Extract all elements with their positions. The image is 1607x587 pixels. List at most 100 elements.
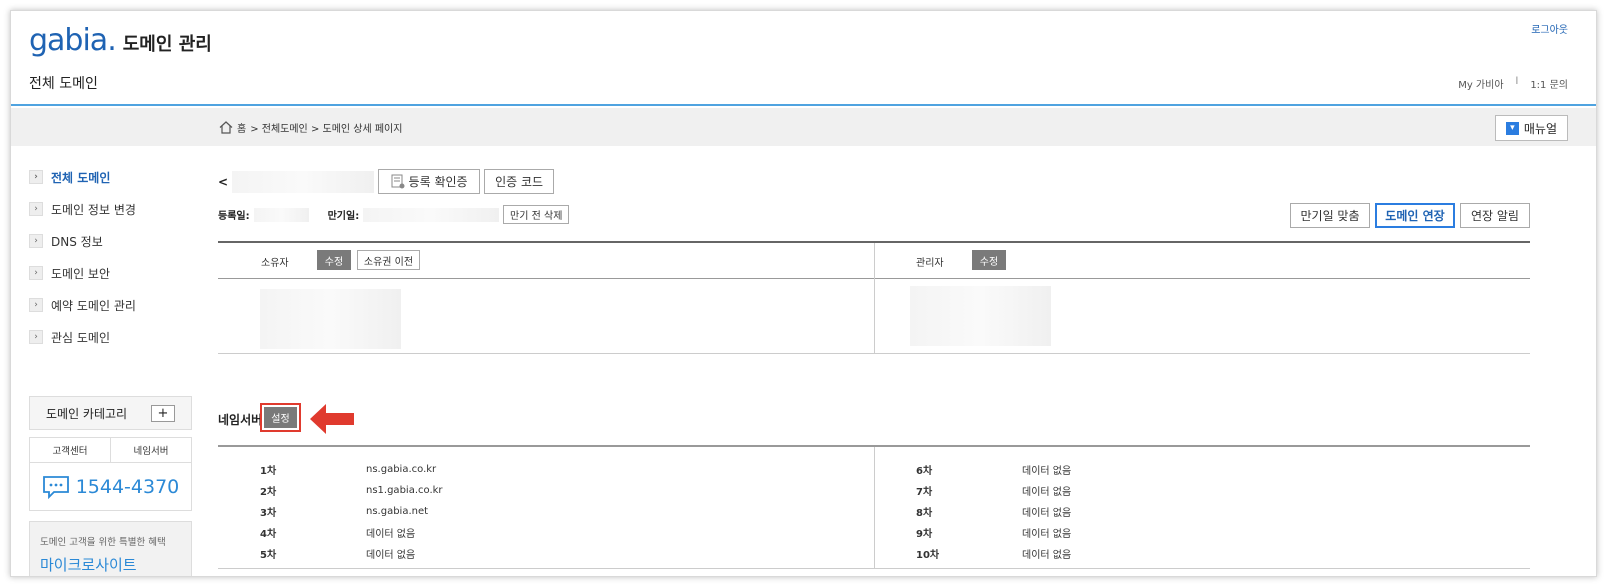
registration-date-label: 등록일: <box>218 211 250 222</box>
sidebar-item-label: 전체 도메인 <box>51 170 111 185</box>
ns-order: 4차 <box>260 529 277 540</box>
my-gabia-link[interactable]: My 가비아 <box>1458 76 1503 91</box>
admin-edit-button[interactable]: 수정 <box>972 250 1006 270</box>
owner-info-redacted <box>260 289 401 349</box>
gabia-logo[interactable]: gabia. 도메인 관리 <box>29 23 212 58</box>
nameserver-row: 4차 데이터 없음 <box>260 522 443 543</box>
nameserver-set-button[interactable]: 설정 <box>264 407 297 428</box>
logo-subtitle: 도메인 관리 <box>122 34 212 55</box>
sidebar-item-all-domains[interactable]: › 전체 도메인 <box>29 161 194 193</box>
domain-category: 도메인 카테고리 + <box>29 396 192 430</box>
ns-order: 5차 <box>260 550 277 561</box>
manual-label: 매뉴얼 <box>1523 121 1557 136</box>
sidebar-item-info-change[interactable]: › 도메인 정보 변경 <box>29 193 194 225</box>
renewal-notice-button[interactable]: 연장 알림 <box>1460 203 1530 228</box>
expiry-date-redacted <box>363 207 500 222</box>
ns-value: 데이터 없음 <box>1022 508 1072 519</box>
contact-table: 소유자 수정 소유권 이전 관리자 수정 <box>218 241 1530 354</box>
tab-customer-center[interactable]: 고객센터 <box>30 438 110 462</box>
registration-certificate-button[interactable]: 등록 확인증 <box>378 169 481 194</box>
nameserver-row: 7차 데이터 없음 <box>916 480 1071 501</box>
owner-label: 소유자 <box>261 258 289 269</box>
sidebar-item-label: 도메인 보안 <box>51 266 111 281</box>
ns-order: 2차 <box>260 487 277 498</box>
top-links: My 가비아 l 1:1 문의 <box>1458 76 1568 91</box>
breadcrumb-bar: 홈 > 전체도메인 > 도메인 상세 페이지 ▾ 매뉴얼 <box>11 108 1596 146</box>
ns-value: ns.gabia.net <box>366 506 429 517</box>
nameserver-row: 2차 ns1.gabia.co.kr <box>260 480 443 501</box>
ns-order: 1차 <box>260 466 277 477</box>
chevron-right-icon: › <box>29 330 43 344</box>
sidebar-item-label: DNS 정보 <box>51 234 103 249</box>
sidebar-item-dns[interactable]: › DNS 정보 <box>29 225 194 257</box>
arrow-left-icon <box>310 404 354 434</box>
promo-title: 마이크로사이트 <box>40 556 137 574</box>
ns-order: 7차 <box>916 487 933 498</box>
logo-dot: . <box>107 23 117 58</box>
chevron-right-icon: › <box>29 298 43 312</box>
header: gabia. 도메인 관리 전체 도메인 로그아웃 My 가비아 l 1:1 문… <box>11 11 1596 106</box>
customer-center-box: 고객센터 네임서버 1544-4370 <box>29 437 192 511</box>
ns-value: 데이터 없음 <box>1022 466 1072 477</box>
inquiry-link[interactable]: 1:1 문의 <box>1530 76 1568 91</box>
tab-nameserver[interactable]: 네임서버 <box>110 438 191 462</box>
sidebar-item-security[interactable]: › 도메인 보안 <box>29 257 194 289</box>
domain-action-buttons: 만기일 맞춤 도메인 연장 연장 알림 <box>1290 203 1530 228</box>
manual-button[interactable]: ▾ 매뉴얼 <box>1494 115 1568 141</box>
sidebar-item-label: 도메인 정보 변경 <box>51 202 136 217</box>
app-window: gabia. 도메인 관리 전체 도메인 로그아웃 My 가비아 l 1:1 문… <box>10 10 1597 577</box>
renew-domain-button[interactable]: 도메인 연장 <box>1375 203 1455 228</box>
auth-code-button[interactable]: 인증 코드 <box>484 169 555 194</box>
cs-tabs: 고객센터 네임서버 <box>30 438 191 463</box>
phone-number: 1544-4370 <box>75 476 180 498</box>
registration-certificate-label: 등록 확인증 <box>408 175 468 189</box>
match-expiry-button[interactable]: 만기일 맞춤 <box>1290 203 1370 228</box>
breadcrumb: 홈 > 전체도메인 > 도메인 상세 페이지 <box>219 120 402 135</box>
breadcrumb-path: > 전체도메인 > 도메인 상세 페이지 <box>250 124 403 135</box>
ns-order: 10차 <box>916 550 940 561</box>
domain-title-row: < 등록 확인증 인증 코드 <box>218 169 555 194</box>
nameserver-table: 1차 ns.gabia.co.kr 2차 ns1.gabia.co.kr 3차 ns.… <box>218 445 1530 569</box>
nameserver-column-right: 6차 데이터 없음 7차 데이터 없음 8차 데이터 없음 9차 데이터 없음 10차 데… <box>916 459 1071 564</box>
document-icon <box>391 174 405 189</box>
logout-link[interactable]: 로그아웃 <box>1531 21 1568 36</box>
domain-name-redacted <box>232 170 375 193</box>
nameserver-row: 5차 데이터 없음 <box>260 543 443 564</box>
ns-order: 3차 <box>260 508 277 519</box>
ns-value: 데이터 없음 <box>1022 529 1072 540</box>
ownership-transfer-button[interactable]: 소유권 이전 <box>357 250 420 270</box>
breadcrumb-home[interactable]: 홈 <box>237 120 246 135</box>
ns-order: 6차 <box>916 466 933 477</box>
nameserver-row: 8차 데이터 없음 <box>916 501 1071 522</box>
nameserver-row: 9차 데이터 없음 <box>916 522 1071 543</box>
ns-value: ns1.gabia.co.kr <box>366 485 443 496</box>
admin-info-redacted <box>910 286 1051 346</box>
sidebar-item-watchlist[interactable]: › 관심 도메인 <box>29 321 194 353</box>
promo-banner[interactable]: 도메인 고객을 위한 특별한 혜택 마이크로사이트 <box>29 521 192 576</box>
expiry-date-label: 만기일: <box>327 211 360 222</box>
sidebar-item-reserved[interactable]: › 예약 도메인 관리 <box>29 289 194 321</box>
chat-bubble-icon <box>42 476 69 499</box>
ns-value: 데이터 없음 <box>366 550 416 561</box>
ns-order: 8차 <box>916 508 933 519</box>
nameserver-row: 10차 데이터 없음 <box>916 543 1071 564</box>
page-title: 전체 도메인 <box>29 76 98 92</box>
owner-edit-button[interactable]: 수정 <box>317 250 351 270</box>
chevron-right-icon: › <box>29 170 43 184</box>
column-divider <box>874 447 875 568</box>
nameserver-column-left: 1차 ns.gabia.co.kr 2차 ns1.gabia.co.kr 3차 ns.… <box>260 459 443 564</box>
nameserver-row: 1차 ns.gabia.co.kr <box>260 459 443 480</box>
cs-phone: 1544-4370 <box>30 463 191 511</box>
ns-value: ns.gabia.co.kr <box>366 464 437 475</box>
logo-text: gabia <box>29 23 108 58</box>
registration-date-redacted <box>253 207 309 222</box>
pre-expiry-delete-button[interactable]: 만기 전 삭제 <box>503 205 570 224</box>
promo-text: 도메인 고객을 위한 특별한 혜택 <box>40 537 166 548</box>
home-icon[interactable] <box>219 121 233 134</box>
chevron-right-icon: › <box>29 202 43 216</box>
sidebar-item-label: 예약 도메인 관리 <box>51 298 136 313</box>
add-category-button[interactable]: + <box>151 405 175 422</box>
date-row: 등록일: 만기일: 만기 전 삭제 <box>218 205 570 224</box>
ns-value: 데이터 없음 <box>366 529 416 540</box>
nameserver-title: 네임서버 <box>218 413 263 427</box>
